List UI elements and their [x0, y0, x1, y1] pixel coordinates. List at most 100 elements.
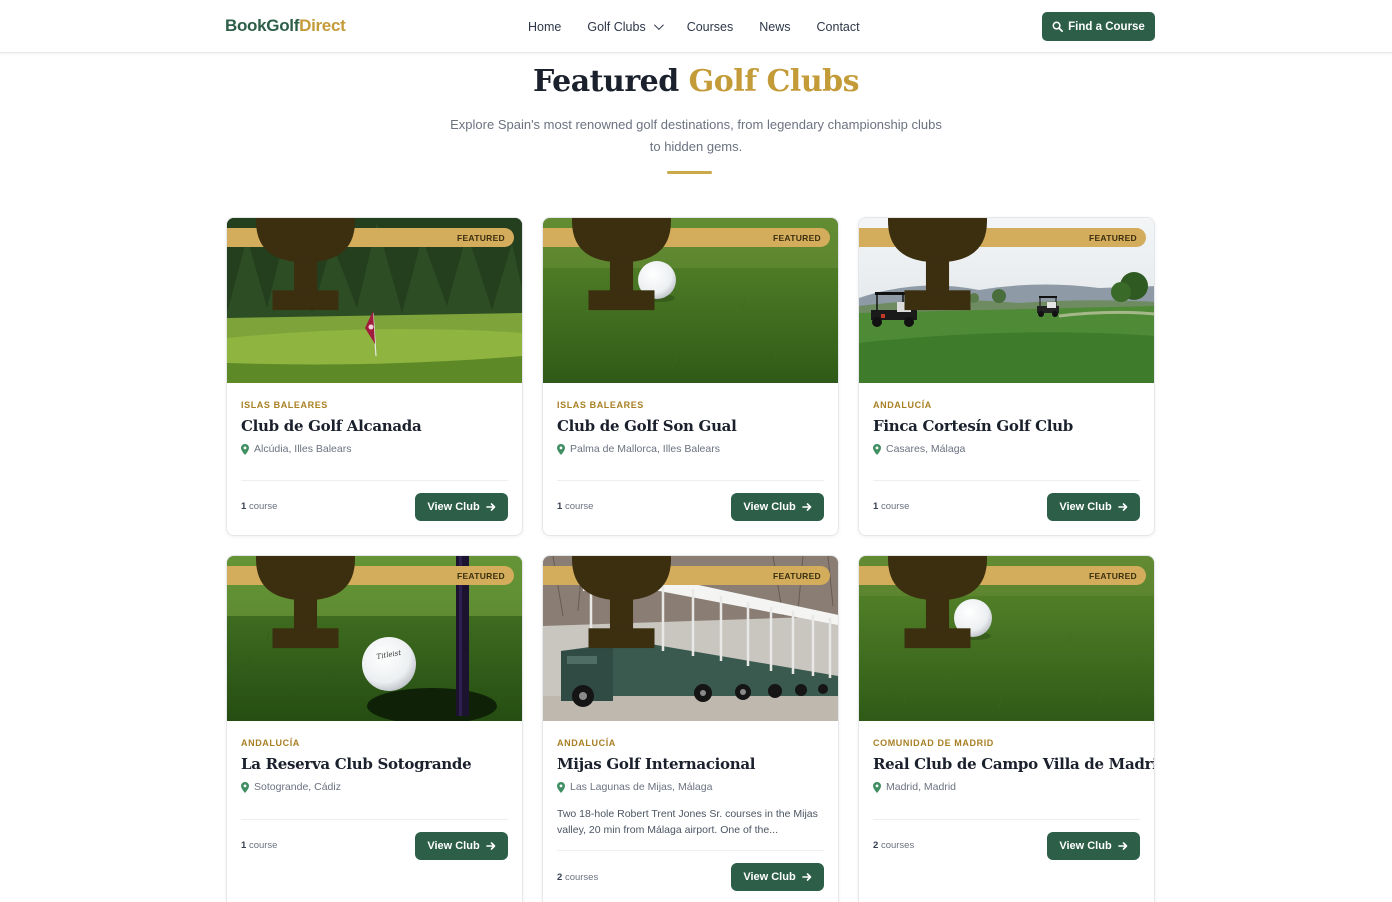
arrow-right-icon — [1117, 503, 1127, 511]
course-count: 1 course — [241, 501, 277, 512]
club-location: Palma de Mallorca, Illes Balears — [557, 443, 720, 455]
club-name[interactable]: La Reserva Club Sotogrande — [241, 755, 472, 773]
course-count: 1 course — [241, 840, 277, 851]
arrow-right-icon — [1117, 842, 1127, 850]
club-location: Las Lagunas de Mijas, Málaga — [557, 781, 712, 793]
club-description: Two 18-hole Robert Trent Jones Sr. cours… — [557, 808, 818, 836]
site-header: BookGolfDirect Home Golf Clubs Courses N… — [0, 0, 1392, 53]
view-club-button[interactable]: View Club — [731, 493, 824, 521]
course-count-number: 1 — [557, 501, 563, 512]
section-title-part-2: Golf Clubs — [688, 64, 860, 99]
view-club-button[interactable]: View Club — [731, 863, 824, 891]
card-divider — [557, 480, 824, 481]
nav-golf-clubs-label: Golf Clubs — [587, 19, 646, 34]
club-image[interactable]: FEATURED — [543, 218, 838, 383]
nav-courses[interactable]: Courses — [674, 20, 747, 34]
find-a-course-button[interactable]: Find a Course — [1042, 12, 1155, 41]
trophy-icon — [887, 218, 987, 311]
course-count-label: course — [880, 501, 910, 512]
view-club-label: View Club — [427, 840, 480, 852]
club-card[interactable]: FEATURED ISLAS BALEARES Club de Golf Alc… — [226, 217, 523, 536]
main-nav: Home Golf Clubs Courses News Contact — [515, 0, 873, 53]
view-club-label: View Club — [743, 501, 796, 513]
view-club-label: View Club — [743, 871, 796, 883]
club-location-text: Las Lagunas de Mijas, Málaga — [570, 781, 713, 793]
club-location-text: Madrid, Madrid — [886, 781, 957, 793]
club-card[interactable]: Titleist FEATURED ANDALUCÍA La Reserva C… — [226, 555, 523, 902]
featured-badge: FEATURED — [543, 556, 830, 649]
club-name[interactable]: Finca Cortesín Golf Club — [873, 417, 1073, 435]
featured-badge: FEATURED — [543, 218, 830, 311]
club-image[interactable]: Titleist FEATURED — [227, 556, 522, 721]
club-region: COMUNIDAD DE MADRID — [873, 738, 994, 748]
club-card[interactable]: FEATURED ISLAS BALEARES Club de Golf Son… — [542, 217, 839, 536]
featured-badge-label: FEATURED — [456, 570, 505, 581]
section-subtitle: Explore Spain's most renowned golf desti… — [450, 117, 942, 154]
club-region: ANDALUCÍA — [557, 738, 616, 748]
featured-badge: FEATURED — [227, 218, 514, 311]
nav-golf-clubs[interactable]: Golf Clubs — [574, 20, 673, 34]
arrow-right-icon — [485, 503, 495, 511]
map-pin-icon — [557, 443, 565, 455]
club-location: Alcúdia, Illes Balears — [241, 443, 351, 455]
club-card[interactable]: FEATURED COMUNIDAD DE MADRID Real Club d… — [858, 555, 1155, 902]
arrow-right-icon — [801, 873, 811, 881]
map-pin-icon — [241, 781, 249, 793]
nav-news-label: News — [759, 19, 791, 34]
section-title: Featured Golf Clubs — [0, 64, 1392, 99]
club-image[interactable]: FEATURED — [859, 556, 1154, 721]
course-count-label: course — [248, 501, 278, 512]
club-card[interactable]: FEATURED ANDALUCÍA Finca Cortesín Golf C… — [858, 217, 1155, 536]
view-club-label: View Club — [427, 501, 480, 513]
view-club-button[interactable]: View Club — [1047, 493, 1140, 521]
course-count: 1 course — [557, 501, 593, 512]
nav-news[interactable]: News — [746, 20, 803, 34]
section-title-part-1: Featured — [532, 64, 679, 99]
trophy-icon — [255, 218, 355, 311]
logo-part-2: Direct — [299, 16, 346, 35]
card-divider — [241, 480, 508, 481]
club-name[interactable]: Club de Golf Son Gual — [557, 417, 737, 435]
nav-contact[interactable]: Contact — [804, 20, 873, 34]
card-divider — [873, 480, 1140, 481]
view-club-label: View Club — [1059, 840, 1112, 852]
club-name[interactable]: Real Club de Campo Villa de Madrid — [873, 755, 1154, 773]
course-count-number: 2 — [873, 840, 879, 851]
course-count-label: course — [564, 501, 594, 512]
view-club-button[interactable]: View Club — [1047, 832, 1140, 860]
course-count-number: 1 — [873, 501, 879, 512]
club-image[interactable]: FEATURED — [543, 556, 838, 721]
featured-badge-label: FEATURED — [772, 570, 821, 581]
featured-badge: FEATURED — [227, 556, 514, 649]
view-club-button[interactable]: View Club — [415, 832, 508, 860]
featured-badge-label: FEATURED — [772, 232, 821, 243]
club-name[interactable]: Mijas Golf Internacional — [557, 755, 755, 773]
section-divider — [667, 171, 712, 174]
club-name[interactable]: Club de Golf Alcanada — [241, 417, 422, 435]
course-count-label: courses — [880, 840, 915, 851]
club-image[interactable]: FEATURED — [227, 218, 522, 383]
nav-home[interactable]: Home — [515, 20, 574, 34]
featured-badge: FEATURED — [859, 556, 1146, 649]
map-pin-icon — [873, 443, 881, 455]
course-count-number: 1 — [241, 840, 247, 851]
club-location: Madrid, Madrid — [873, 781, 956, 793]
arrow-right-icon — [801, 503, 811, 511]
course-count-number: 2 — [557, 872, 563, 883]
trophy-icon — [255, 556, 355, 649]
card-divider — [241, 819, 508, 820]
site-logo[interactable]: BookGolfDirect — [225, 16, 346, 36]
trophy-icon — [887, 556, 987, 649]
club-card[interactable]: FEATURED ANDALUCÍA Mijas Golf Internacio… — [542, 555, 839, 902]
featured-badge-label: FEATURED — [456, 232, 505, 243]
featured-badge: FEATURED — [859, 218, 1146, 311]
course-count-label: course — [248, 840, 278, 851]
search-icon — [1052, 21, 1064, 32]
club-location: Sotogrande, Cádiz — [241, 781, 341, 793]
club-image[interactable]: FEATURED — [859, 218, 1154, 383]
arrow-right-icon — [485, 842, 495, 850]
view-club-button[interactable]: View Club — [415, 493, 508, 521]
map-pin-icon — [241, 443, 249, 455]
map-pin-icon — [557, 781, 565, 793]
club-location-text: Palma de Mallorca, Illes Balears — [570, 443, 720, 455]
